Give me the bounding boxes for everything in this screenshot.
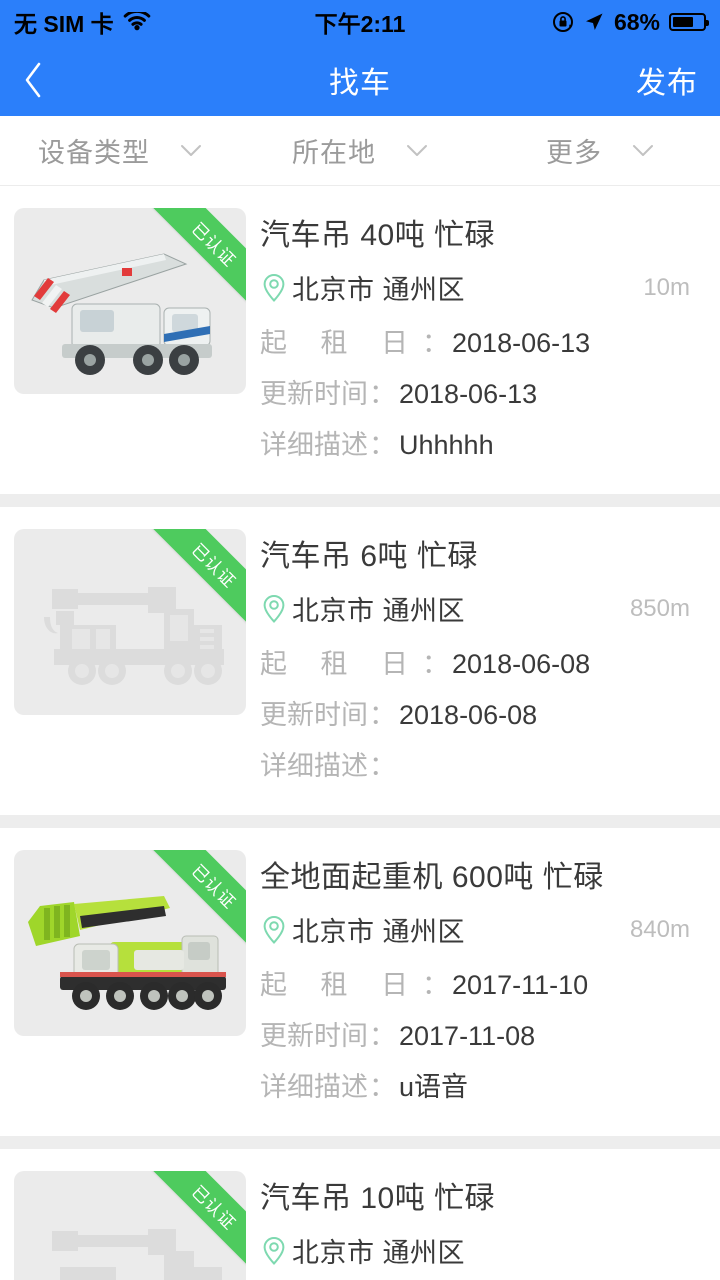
distance-label: 850m <box>629 594 690 622</box>
thumbnail-wrap: 已认证 <box>0 850 260 1116</box>
rent-date-value: 2017-11-10 <box>452 970 589 1000</box>
chevron-down-icon <box>633 144 653 156</box>
nav-bar: 找车 发布 <box>0 44 720 116</box>
distance-label: 10m <box>643 273 690 301</box>
equipment-list[interactable]: 已认证 汽车吊 40吨 忙碌 北京市 通州区 10m 起 租 日 ： 2018-… <box>0 186 720 1280</box>
list-item[interactable]: 已认证 汽车吊 10吨 忙碌 北京市 通州区 <box>0 1149 720 1280</box>
publish-button[interactable]: 发布 <box>636 58 698 102</box>
rotation-lock-icon <box>552 12 573 32</box>
location-pin-icon <box>263 594 285 623</box>
field-colon: ： <box>369 1072 396 1102</box>
field-colon: ： <box>369 430 396 460</box>
battery-percent-label: 68% <box>613 8 660 35</box>
location-arrow-icon <box>585 13 603 30</box>
list-item[interactable]: 已认证 汽车吊 6吨 忙碌 北京市 通州区 850m 起 租 日 ： 2018-… <box>0 507 720 815</box>
description-row: 详细描述 ： <box>260 744 690 783</box>
list-item-body: 汽车吊 40吨 忙碌 北京市 通州区 10m 起 租 日 ： 2018-06-1… <box>260 208 720 474</box>
location-pin-icon <box>263 273 285 302</box>
battery-icon <box>669 13 709 31</box>
location-pin-icon <box>263 1236 285 1265</box>
status-bar: 无 SIM 卡 下午2:11 68% <box>0 0 720 44</box>
field-colon: ： <box>369 700 396 730</box>
rent-date-row: 起 租 日 ： 2017-11-10 <box>260 963 690 1002</box>
description-label: 详细描述 <box>260 751 368 781</box>
chevron-down-icon <box>407 144 427 156</box>
description-row: 详细描述 ： u语音 <box>260 1065 690 1104</box>
update-time-row: 更新时间 ： 2018-06-08 <box>260 693 690 732</box>
rent-date-row: 起 租 日 ： 2018-06-08 <box>260 642 690 681</box>
rent-date-label: 起 租 日 <box>260 328 422 358</box>
description-value: u语音 <box>399 1072 469 1102</box>
description-label: 详细描述 <box>260 1072 368 1102</box>
rent-date-label: 起 租 日 <box>260 649 422 679</box>
description-label: 详细描述 <box>260 430 368 460</box>
equipment-title: 全地面起重机 600吨 忙碌 <box>260 861 604 894</box>
equipment-title: 汽车吊 10吨 忙碌 <box>260 1182 496 1215</box>
location-label: 北京市 通州区 <box>292 275 466 305</box>
location-label: 北京市 通州区 <box>292 917 466 947</box>
update-time-value: 2018-06-13 <box>399 379 538 409</box>
status-bar-right: 68% <box>552 8 709 36</box>
crane-placeholder-icon <box>44 587 224 685</box>
crane-photo-icon <box>28 896 226 1010</box>
field-colon: ： <box>422 970 450 1000</box>
crane-photo-icon <box>31 253 212 375</box>
equipment-thumbnail[interactable]: 已认证 <box>14 850 246 1036</box>
location-label: 北京市 通州区 <box>292 1238 466 1268</box>
update-time-row: 更新时间 ： 2018-06-13 <box>260 372 690 411</box>
location-row: 北京市 通州区 10m <box>260 268 690 307</box>
filter-label: 更多 <box>546 138 602 168</box>
location-row: 北京市 通州区 850m <box>260 589 690 628</box>
filter-location[interactable]: 所在地 <box>240 116 480 185</box>
field-colon: ： <box>369 379 396 409</box>
filter-more[interactable]: 更多 <box>480 116 720 185</box>
thumbnail-wrap: 已认证 <box>0 1171 260 1280</box>
thumbnail-wrap: 已认证 <box>0 529 260 795</box>
location-pin-icon <box>263 915 285 944</box>
page-title: 找车 <box>329 67 391 100</box>
location-label: 北京市 通州区 <box>292 596 466 626</box>
update-time-label: 更新时间 <box>260 379 368 409</box>
update-time-value: 2018-06-08 <box>399 700 538 730</box>
equipment-thumbnail[interactable]: 已认证 <box>14 1171 246 1280</box>
update-time-value: 2017-11-08 <box>399 1021 536 1051</box>
description-row: 详细描述 ： Uhhhhh <box>260 423 690 462</box>
filter-label: 设备类型 <box>38 138 150 168</box>
description-value: Uhhhhh <box>399 430 494 460</box>
update-time-label: 更新时间 <box>260 1021 368 1051</box>
thumbnail-wrap: 已认证 <box>0 208 260 474</box>
distance-label: 840m <box>629 915 690 943</box>
filter-equipment-type[interactable]: 设备类型 <box>0 116 240 185</box>
list-item[interactable]: 已认证 汽车吊 40吨 忙碌 北京市 通州区 10m 起 租 日 ： 2018-… <box>0 186 720 494</box>
field-colon: ： <box>369 1021 396 1051</box>
field-colon: ： <box>369 751 396 781</box>
rent-date-label: 起 租 日 <box>260 970 422 1000</box>
list-item-body: 汽车吊 10吨 忙碌 北京市 通州区 <box>260 1171 720 1280</box>
filter-bar: 设备类型 所在地 更多 <box>0 116 720 186</box>
crane-placeholder-icon <box>52 1229 222 1280</box>
location-row: 北京市 通州区 840m <box>260 910 690 949</box>
field-colon: ： <box>422 328 450 358</box>
update-time-label: 更新时间 <box>260 700 368 730</box>
location-row: 北京市 通州区 <box>260 1231 690 1270</box>
filter-label: 所在地 <box>292 138 376 168</box>
rent-date-value: 2018-06-13 <box>452 328 591 358</box>
rent-date-value: 2018-06-08 <box>452 649 591 679</box>
rent-date-row: 起 租 日 ： 2018-06-13 <box>260 321 690 360</box>
equipment-title: 汽车吊 6吨 忙碌 <box>260 540 478 573</box>
equipment-thumbnail[interactable]: 已认证 <box>14 208 246 394</box>
equipment-title: 汽车吊 40吨 忙碌 <box>260 219 496 252</box>
update-time-row: 更新时间 ： 2017-11-08 <box>260 1014 690 1053</box>
app-root: 无 SIM 卡 下午2:11 68% 找车 发布 设备类型 所在地 更多 已认证… <box>0 0 720 1280</box>
list-item[interactable]: 已认证 全地面起重机 600吨 忙碌 北京市 通州区 840m 起 租 日 ： <box>0 828 720 1136</box>
list-item-body: 汽车吊 6吨 忙碌 北京市 通州区 850m 起 租 日 ： 2018-06-0… <box>260 529 720 795</box>
battery-fill <box>673 17 693 27</box>
chevron-down-icon <box>181 144 201 156</box>
field-colon: ： <box>422 649 450 679</box>
list-item-body: 全地面起重机 600吨 忙碌 北京市 通州区 840m 起 租 日 ： 2017… <box>260 850 720 1116</box>
equipment-thumbnail[interactable]: 已认证 <box>14 529 246 715</box>
